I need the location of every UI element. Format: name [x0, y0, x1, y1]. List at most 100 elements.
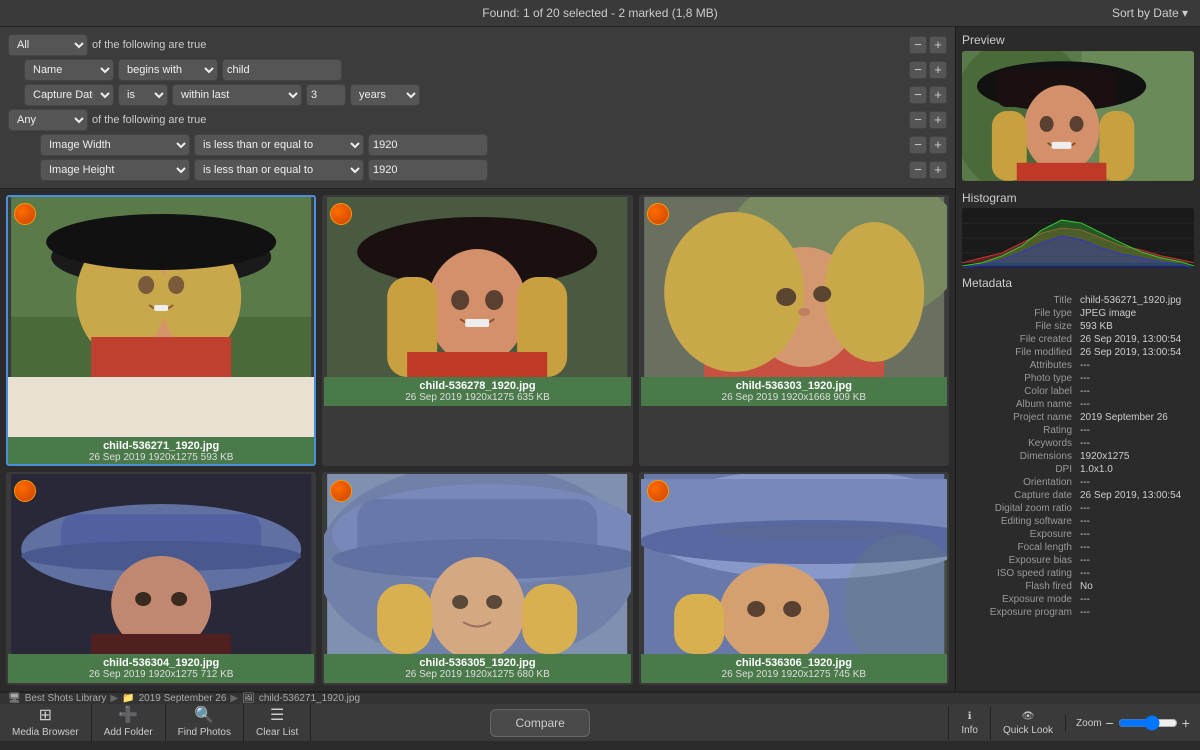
all-any-select-4[interactable]: AnyAll	[8, 109, 88, 131]
metadata-row: File created26 Sep 2019, 13:00:54	[962, 333, 1194, 346]
add-filter-5[interactable]: +	[929, 136, 947, 154]
remove-filter-2[interactable]: −	[909, 61, 927, 79]
metadata-row: Rating---	[962, 424, 1194, 437]
photo-info-5: child-536305_1920.jpg 26 Sep 2019 1920x1…	[324, 654, 630, 683]
field-select-2[interactable]: NameCapture DateFile Size	[24, 59, 114, 81]
value-input-2[interactable]	[222, 59, 342, 81]
filter-area: AllAny of the following are true − + Nam…	[0, 27, 955, 189]
metadata-row: Color label---	[962, 385, 1194, 398]
metadata-value: JPEG image	[1078, 307, 1194, 320]
add-filter-2[interactable]: +	[929, 61, 947, 79]
metadata-key: Capture date	[962, 489, 1078, 502]
all-any-select-1[interactable]: AllAny	[8, 34, 88, 56]
photo-item-3[interactable]: child-536303_1920.jpg 26 Sep 2019 1920x1…	[639, 195, 949, 466]
remove-filter-4[interactable]: −	[909, 111, 927, 129]
metadata-key: Focal length	[962, 541, 1078, 554]
metadata-row: Exposure mode---	[962, 593, 1194, 606]
photo-item-5[interactable]: child-536305_1920.jpg 26 Sep 2019 1920x1…	[322, 472, 632, 685]
metadata-row: File size593 KB	[962, 320, 1194, 333]
zoom-label: Zoom	[1076, 718, 1102, 729]
metadata-key: Digital zoom ratio	[962, 502, 1078, 515]
photo-item-4[interactable]: child-536304_1920.jpg 26 Sep 2019 1920x1…	[6, 472, 316, 685]
filter-row-3: Capture DateName isis not within lastbef…	[8, 84, 947, 106]
quick-look-button[interactable]: 👁 Quick Look	[990, 707, 1065, 740]
size-input-5[interactable]	[368, 134, 488, 156]
clear-list-button[interactable]: ☰ Clear List	[244, 704, 311, 742]
add-folder-icon: ➕	[118, 708, 138, 724]
preview-section: Preview	[956, 27, 1200, 187]
add-filter-4[interactable]: +	[929, 111, 947, 129]
compare-button[interactable]: Compare	[490, 709, 589, 737]
metadata-row: Capture date26 Sep 2019, 13:00:54	[962, 489, 1194, 502]
photo-badge-4	[14, 480, 36, 502]
remove-filter-3[interactable]: −	[909, 86, 927, 104]
info-button[interactable]: ℹ Info	[948, 707, 990, 740]
metadata-value: ---	[1078, 567, 1194, 580]
remove-filter-5[interactable]: −	[909, 136, 927, 154]
photo-thumb-1	[8, 197, 314, 377]
within-select-3[interactable]: within lastbeforeafter	[172, 84, 302, 106]
field-select-5[interactable]: Image WidthImage HeightFile Size	[40, 134, 190, 156]
unit-select-3[interactable]: yearsmonthsweeksdays	[350, 84, 420, 106]
metadata-row: ISO speed rating---	[962, 567, 1194, 580]
metadata-key: Attributes	[962, 359, 1078, 372]
metadata-value: 1.0x1.0	[1078, 463, 1194, 476]
preview-label: Preview	[962, 33, 1194, 47]
zoom-slider[interactable]	[1118, 715, 1178, 731]
add-filter-3[interactable]: +	[929, 86, 947, 104]
condition-select-2[interactable]: begins withcontainsends with	[118, 59, 218, 81]
photo-badge-1	[14, 203, 36, 225]
photo-info-3: child-536303_1920.jpg 26 Sep 2019 1920x1…	[641, 377, 947, 406]
metadata-key: Title	[962, 294, 1078, 307]
histogram-label: Histogram	[962, 191, 1194, 205]
metadata-value: ---	[1078, 554, 1194, 567]
metadata-row: Keywords---	[962, 437, 1194, 450]
media-browser-label: Media Browser	[12, 727, 79, 738]
condition-select-3[interactable]: isis not	[118, 84, 168, 106]
num-input-3[interactable]	[306, 84, 346, 106]
add-filter-6[interactable]: +	[929, 161, 947, 179]
metadata-row: Photo type---	[962, 372, 1194, 385]
metadata-row: Titlechild-536271_1920.jpg	[962, 294, 1194, 307]
filter-btn-group-6: − +	[909, 161, 947, 179]
condition-select-6[interactable]: is less than or equal tois greater thane…	[194, 159, 364, 181]
find-photos-label: Find Photos	[178, 727, 231, 738]
filter-row-4: AnyAll of the following are true − +	[8, 109, 947, 131]
media-browser-button[interactable]: ⊞ Media Browser	[0, 704, 92, 742]
find-photos-icon: 🔍	[194, 708, 214, 724]
metadata-row: File typeJPEG image	[962, 307, 1194, 320]
metadata-value: ---	[1078, 385, 1194, 398]
filter-row-5: Image WidthImage HeightFile Size is less…	[8, 134, 947, 156]
remove-filter-1[interactable]: −	[909, 36, 927, 54]
remove-filter-6[interactable]: −	[909, 161, 927, 179]
metadata-value: 593 KB	[1078, 320, 1194, 333]
breadcrumb-library: Best Shots Library	[25, 693, 107, 704]
photos-grid[interactable]: child-536271_1920.jpg 26 Sep 2019 1920x1…	[0, 189, 955, 691]
photo-filename-3: child-536303_1920.jpg	[647, 380, 941, 392]
add-filter-1[interactable]: +	[929, 36, 947, 54]
find-photos-button[interactable]: 🔍 Find Photos	[166, 704, 244, 742]
condition-select-5[interactable]: is less than or equal tois greater thane…	[194, 134, 364, 156]
histogram-box	[962, 208, 1194, 268]
size-input-6[interactable]	[368, 159, 488, 181]
add-folder-button[interactable]: ➕ Add Folder	[92, 704, 166, 742]
photo-details-3: 26 Sep 2019 1920x1668 909 KB	[647, 392, 941, 403]
metadata-row: File modified26 Sep 2019, 13:00:54	[962, 346, 1194, 359]
photo-item-1[interactable]: child-536271_1920.jpg 26 Sep 2019 1920x1…	[6, 195, 316, 466]
photo-item-2[interactable]: child-536278_1920.jpg 26 Sep 2019 1920x1…	[322, 195, 632, 466]
breadcrumb-folder-icon: 📁	[122, 693, 134, 704]
photo-thumb-3	[641, 197, 947, 377]
field-select-6[interactable]: Image HeightImage WidthFile Size	[40, 159, 190, 181]
photo-item-6[interactable]: child-536306_1920.jpg 26 Sep 2019 1920x1…	[639, 472, 949, 685]
photo-details-2: 26 Sep 2019 1920x1275 635 KB	[330, 392, 624, 403]
breadcrumb-icon: 🖥	[8, 693, 21, 704]
sort-by-button[interactable]: Sort by Date ▾	[1112, 6, 1188, 20]
metadata-row: Editing software---	[962, 515, 1194, 528]
field-select-3[interactable]: Capture DateName	[24, 84, 114, 106]
filter-btn-group-1: − +	[909, 36, 947, 54]
metadata-key: Keywords	[962, 437, 1078, 450]
photo-info-6: child-536306_1920.jpg 26 Sep 2019 1920x1…	[641, 654, 947, 683]
photo-info-4: child-536304_1920.jpg 26 Sep 2019 1920x1…	[8, 654, 314, 683]
photo-badge-6	[647, 480, 669, 502]
metadata-value: ---	[1078, 398, 1194, 411]
